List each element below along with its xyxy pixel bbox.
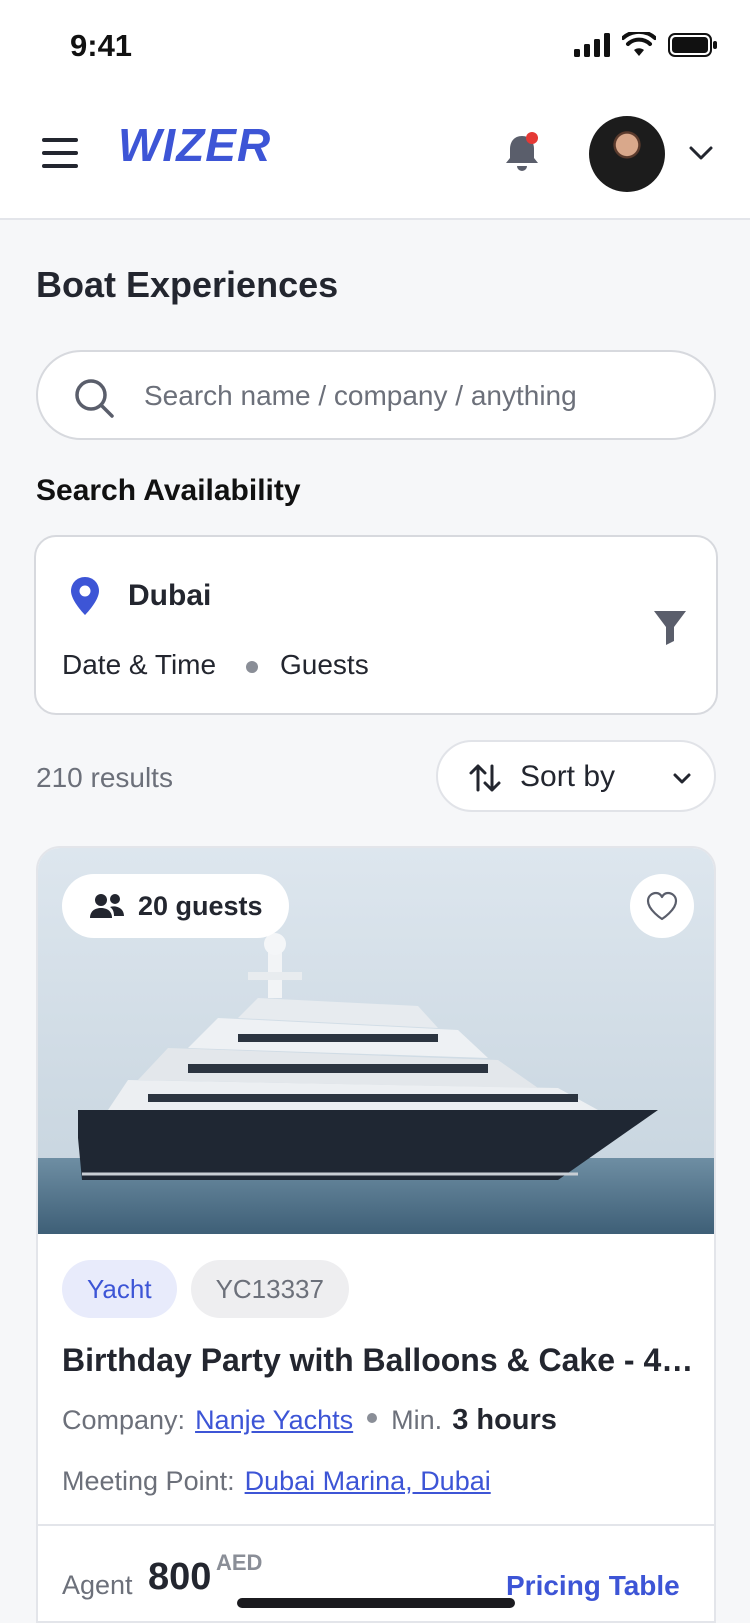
app-header: WIZER (0, 96, 750, 220)
tag-list: Yacht YC13337 (62, 1260, 349, 1318)
notification-dot (526, 132, 538, 144)
chevron-down-icon[interactable] (688, 144, 714, 162)
divider (38, 1524, 714, 1526)
search-box[interactable] (36, 350, 716, 440)
location-value[interactable]: Dubai (128, 579, 211, 613)
pricing-table-link[interactable]: Pricing Table (506, 1570, 680, 1602)
agent-label: Agent (62, 1570, 133, 1600)
currency-label: AED (216, 1550, 263, 1575)
menu-icon[interactable] (42, 138, 78, 170)
separator-dot (246, 661, 258, 673)
search-icon (75, 379, 114, 418)
page-title: Boat Experiences (36, 264, 339, 305)
availability-card[interactable]: Dubai Date & Time Guests (34, 535, 718, 715)
tag-yacht: Yacht (62, 1260, 177, 1318)
company-link[interactable]: Nanje Yachts (195, 1405, 353, 1436)
filter-icon[interactable] (652, 607, 688, 647)
search-input[interactable] (144, 374, 684, 418)
status-time: 9:41 (70, 28, 133, 63)
search-availability-label: Search Availability (36, 474, 301, 507)
home-indicator[interactable] (237, 1598, 515, 1608)
sort-icon (469, 764, 501, 792)
separator-dot (367, 1413, 378, 1423)
battery-icon (668, 33, 717, 57)
meeting-point-link[interactable]: Dubai Marina, Dubai (245, 1466, 491, 1497)
chevron-down-icon (673, 773, 691, 784)
guests-badge: 20 guests (62, 874, 289, 938)
bell-icon[interactable] (500, 130, 544, 174)
min-label: Min. (391, 1405, 443, 1435)
listing-title[interactable]: Birthday Party with Balloons & Cake - 48… (62, 1342, 694, 1379)
results-count: 210 results (36, 762, 173, 793)
logo[interactable]: WIZER (118, 118, 271, 172)
agent-price: 800 (148, 1556, 212, 1598)
company-label: Company: (62, 1405, 186, 1435)
location-pin-icon (71, 577, 99, 615)
meeting-point-row: Meeting Point: Dubai Marina, Dubai (62, 1466, 491, 1497)
listing-card[interactable]: 20 guests Yacht YC13337 Birthday Party w… (36, 846, 716, 1623)
status-icons (574, 32, 718, 58)
date-time-field[interactable]: Date & Time (62, 649, 216, 681)
guests-badge-label: 20 guests (138, 890, 263, 921)
sort-by-button[interactable]: Sort by (436, 740, 716, 812)
favorite-button[interactable] (630, 874, 694, 938)
avatar[interactable] (589, 116, 665, 192)
tag-code: YC13337 (190, 1260, 349, 1318)
min-value: 3 hours (452, 1404, 557, 1436)
sort-label: Sort by (520, 760, 616, 793)
heart-icon (646, 891, 678, 921)
company-row: Company: Nanje Yachts Min. 3 hours (62, 1404, 557, 1437)
status-bar: 9:41 (0, 0, 750, 96)
cellular-signal-icon (574, 33, 610, 57)
meeting-point-label: Meeting Point: (62, 1466, 235, 1496)
wifi-icon (622, 32, 656, 56)
people-icon (90, 894, 124, 918)
guests-field[interactable]: Guests (280, 649, 369, 681)
